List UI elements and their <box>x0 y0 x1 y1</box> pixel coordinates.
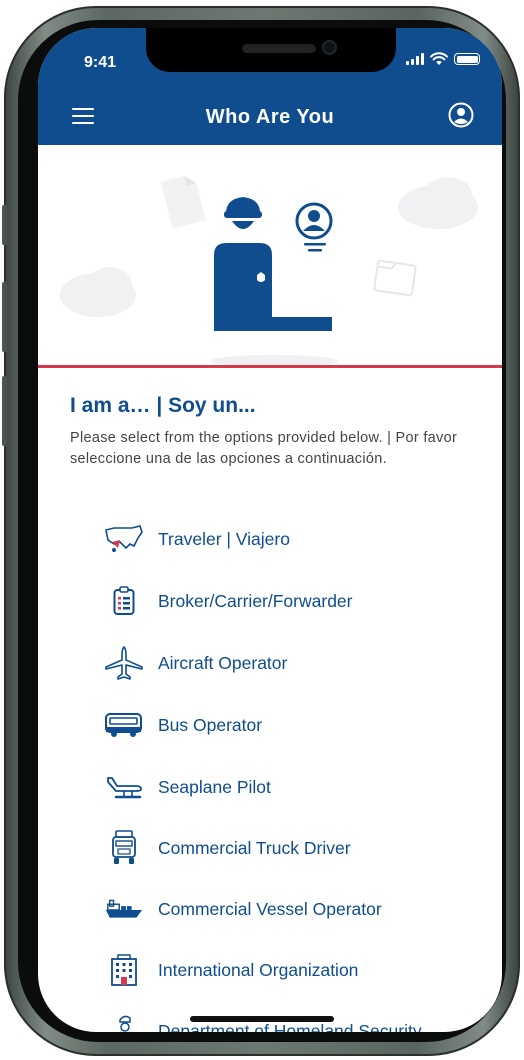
option-bus-operator[interactable]: Bus Operator <box>104 705 262 745</box>
divider-line <box>38 365 502 368</box>
figure-shadow <box>210 355 338 365</box>
option-label: Seaplane Pilot <box>158 776 271 797</box>
option-label: Commercial Truck Driver <box>158 837 351 858</box>
hero-illustration <box>60 175 478 365</box>
option-label: International Organization <box>158 959 359 980</box>
document-icon <box>160 175 206 229</box>
signal-icon <box>406 53 424 65</box>
option-commercial-vessel-operator[interactable]: Commercial Vessel Operator <box>104 889 382 929</box>
officer-head <box>232 221 254 229</box>
building-icon <box>104 953 144 987</box>
option-label: Bus Operator <box>158 714 263 735</box>
speaker-grille <box>242 44 316 53</box>
status-icons <box>406 52 480 66</box>
option-aircraft-operator[interactable]: Aircraft Operator <box>104 643 287 683</box>
dhs-officer-icon <box>104 1014 144 1032</box>
mute-switch <box>2 205 7 245</box>
option-commercial-truck-driver[interactable]: Commercial Truck Driver <box>104 828 351 868</box>
option-international-organization[interactable]: International Organization <box>104 950 358 990</box>
truck-icon <box>104 830 144 865</box>
option-label: Aircraft Operator <box>158 652 288 673</box>
home-indicator[interactable] <box>190 1016 334 1022</box>
app-header: 9:41 Who Are You <box>38 28 502 145</box>
option-label: Broker/Carrier/Forwarder <box>158 590 353 611</box>
user-profile-icon[interactable] <box>448 102 474 128</box>
cloud-left-puff <box>88 267 132 303</box>
notch <box>146 28 396 72</box>
ship-icon <box>104 892 144 926</box>
volume-up-button <box>2 282 7 352</box>
section-title: I am a… | Soy un... <box>70 394 256 417</box>
section-description: Please select from the options provided … <box>70 430 458 467</box>
clipboard-list-icon <box>104 584 144 618</box>
airplane-icon <box>104 646 144 680</box>
status-time: 9:41 <box>84 54 117 71</box>
option-label: Department of Homeland Security <box>158 1020 422 1033</box>
cloud-right-puff <box>424 177 472 213</box>
option-broker-carrier-forwarder[interactable]: Broker/Carrier/Forwarder <box>104 581 352 621</box>
bus-icon <box>104 708 144 742</box>
volume-down-button <box>2 376 7 446</box>
page-title: Who Are You <box>205 106 335 128</box>
battery-icon <box>454 53 480 65</box>
officer-cap-icon <box>226 197 260 213</box>
us-map-icon <box>104 522 144 556</box>
option-label: Traveler | Viajero <box>158 528 290 549</box>
option-label: Commercial Vessel Operator <box>158 898 382 919</box>
folder-icon <box>373 259 417 297</box>
officer-body <box>214 243 332 331</box>
app-screen: 9:41 Who Are You I am a… | Soy un... Ple… <box>38 28 502 1032</box>
seaplane-icon <box>104 770 144 804</box>
front-camera <box>322 40 337 55</box>
wifi-icon <box>430 52 448 65</box>
option-traveler[interactable]: Traveler | Viajero <box>104 519 290 559</box>
option-seaplane-pilot[interactable]: Seaplane Pilot <box>104 767 271 807</box>
